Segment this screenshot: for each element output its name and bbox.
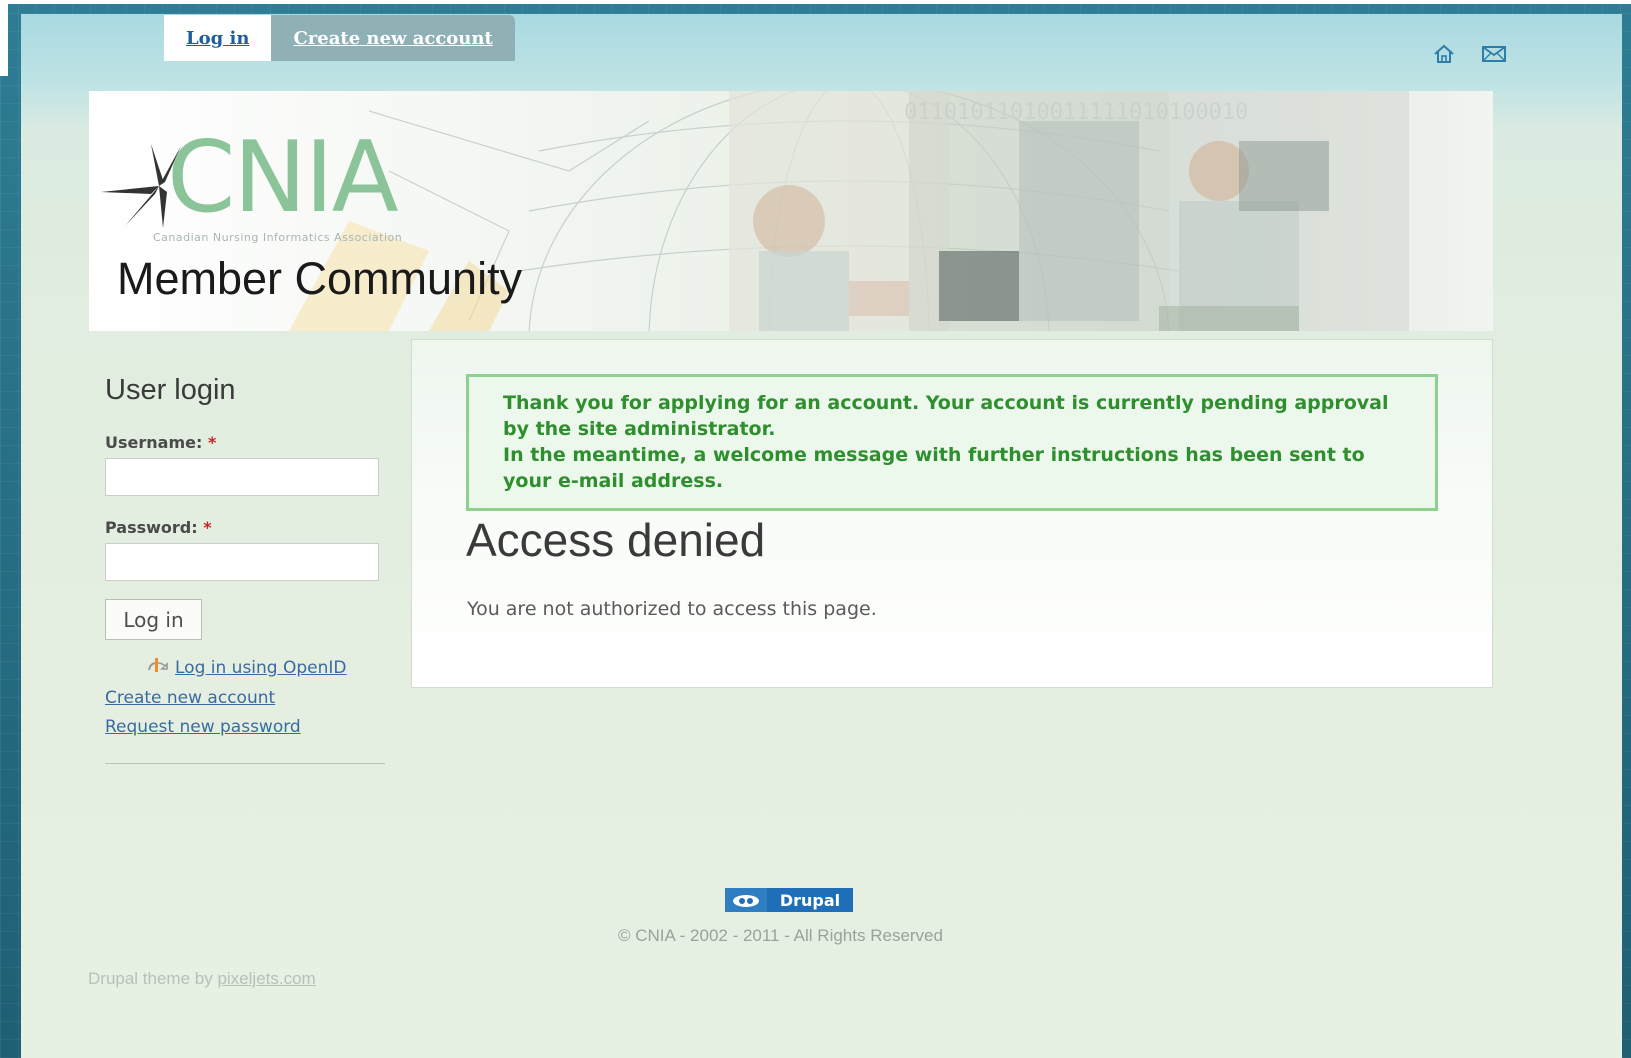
home-icon[interactable] — [1431, 41, 1457, 67]
site-title: Member Community — [117, 253, 523, 304]
left-edge-strip — [0, 4, 8, 76]
tab-log-in[interactable]: Log in — [164, 15, 272, 61]
main-content: Thank you for applying for an account. Y… — [411, 339, 1493, 688]
drupal-badge[interactable]: Drupal — [725, 888, 853, 912]
sidebar-login-block: User login Username: * Password: * Log i… — [105, 354, 385, 764]
password-label: Password: * — [105, 518, 212, 537]
page-container: Log in Create new account 01101011010011… — [21, 14, 1622, 1058]
top-strip — [0, 0, 1631, 4]
mail-icon[interactable] — [1481, 41, 1507, 67]
header-banner: 01101011010011111010100010 CNIA Canadian… — [89, 91, 1493, 331]
username-input[interactable] — [105, 458, 379, 496]
top-tabs: Log in Create new account — [164, 15, 515, 61]
required-mark: * — [203, 518, 212, 537]
drupal-badge-label: Drupal — [767, 888, 853, 912]
copyright-text: © CNIA - 2002 - 2011 - All Rights Reserv… — [618, 926, 943, 945]
password-input[interactable] — [105, 543, 379, 581]
theme-credit: Drupal theme by pixeljets.com — [88, 969, 316, 988]
login-button[interactable]: Log in — [105, 599, 202, 640]
sidebar-divider — [105, 763, 385, 764]
login-links: Log in using OpenID Create new account R… — [105, 656, 385, 738]
create-account-link[interactable]: Create new account — [105, 688, 385, 708]
drupal-logo-icon — [725, 888, 767, 912]
request-password-link[interactable]: Request new password — [105, 717, 385, 737]
pixeljets-link[interactable]: pixeljets.com — [217, 969, 315, 988]
openid-row: Log in using OpenID — [105, 656, 385, 679]
page-body-text: You are not authorized to access this pa… — [467, 598, 877, 620]
block-title: User login — [105, 374, 236, 406]
openid-login-link[interactable]: Log in using OpenID — [175, 658, 347, 678]
username-label: Username: * — [105, 433, 217, 452]
top-icons — [1431, 41, 1507, 67]
tab-create-new-account[interactable]: Create new account — [271, 15, 515, 61]
cnia-logo-subtitle: Canadian Nursing Informatics Association — [153, 231, 403, 244]
page-title: Access denied — [466, 514, 766, 566]
status-message-line-2: In the meantime, a welcome message with … — [503, 444, 1365, 492]
svg-text:01101011010011111010100010: 01101011010011111010100010 — [904, 100, 1248, 125]
required-mark: * — [207, 433, 217, 452]
status-message: Thank you for applying for an account. Y… — [466, 374, 1438, 511]
cnia-logo-text: CNIA — [167, 121, 399, 235]
status-message-line-1: Thank you for applying for an account. Y… — [503, 392, 1389, 440]
openid-icon — [147, 656, 169, 679]
